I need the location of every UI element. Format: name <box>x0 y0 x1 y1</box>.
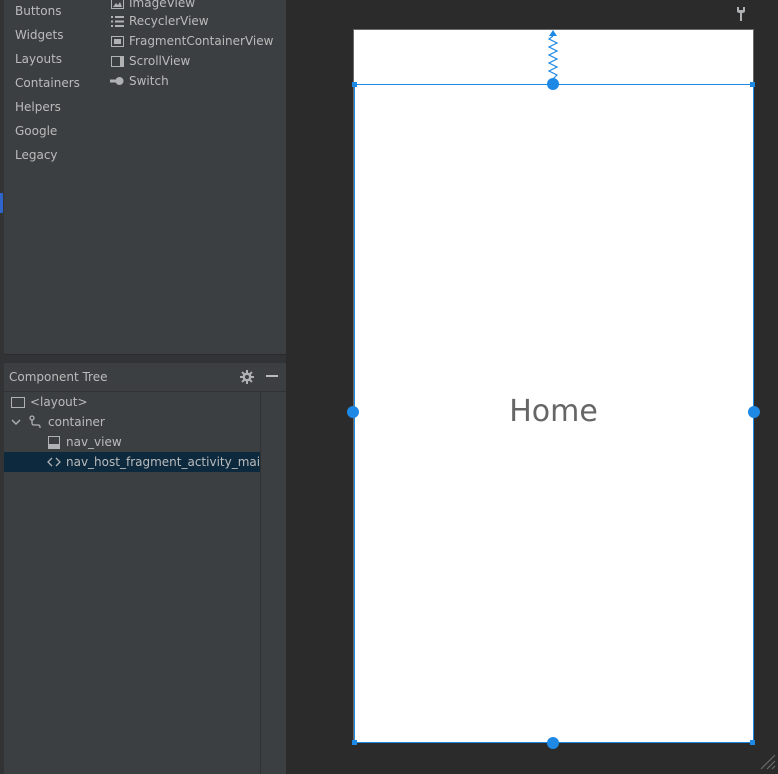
palette-item-fragmentcontainerview[interactable]: FragmentContainerView <box>110 31 273 51</box>
tree-node-label: nav_host_fragment_activity_main <box>66 455 268 469</box>
resize-grip-icon[interactable] <box>758 752 776 770</box>
tree-node-nav-host-fragment[interactable]: nav_host_fragment_activity_main <box>4 452 302 472</box>
component-tree-title: Component Tree <box>9 370 108 384</box>
palette-category-containers[interactable]: Containers <box>15 76 80 90</box>
device-preview-screen[interactable] <box>353 29 754 743</box>
tree-node-label: <layout> <box>30 395 88 409</box>
palette-category-google[interactable]: Google <box>15 124 57 138</box>
list-icon <box>110 15 124 27</box>
constraint-layout-icon <box>28 415 44 429</box>
code-tag-icon <box>46 455 62 469</box>
palette-item-switch[interactable]: Switch <box>110 71 169 91</box>
fragment-icon <box>110 35 124 47</box>
component-tree-header: Component Tree <box>4 363 286 392</box>
home-text-view[interactable]: Home <box>353 394 754 429</box>
wrench-icon[interactable] <box>734 6 748 22</box>
tree-node-label: container <box>48 415 105 429</box>
palette-item-recyclerview[interactable]: RecyclerView <box>110 11 209 31</box>
scroll-icon <box>110 55 124 67</box>
constraint-handle-bottom[interactable] <box>547 737 559 749</box>
minimize-icon[interactable] <box>266 375 278 377</box>
panel-splitter[interactable] <box>4 354 286 363</box>
palette-category-buttons[interactable]: Buttons <box>15 4 61 18</box>
image-icon <box>110 0 124 9</box>
palette-category-legacy[interactable]: Legacy <box>15 148 58 162</box>
palette-item-label: ScrollView <box>129 54 191 68</box>
palette-item-scrollview[interactable]: ScrollView <box>110 51 190 71</box>
gear-icon[interactable] <box>240 369 254 384</box>
palette-item-label: Switch <box>129 74 169 88</box>
component-tree: <layout> container nav_view nav_host_fra… <box>4 392 302 774</box>
switch-icon <box>110 75 124 87</box>
constraint-spring-icon <box>547 30 559 80</box>
palette-category-helpers[interactable]: Helpers <box>15 100 61 114</box>
bottom-nav-icon <box>46 435 62 449</box>
tree-node-layout[interactable]: <layout> <box>4 392 266 412</box>
palette-category-widgets[interactable]: Widgets <box>15 28 64 42</box>
resize-corner-bottom-left[interactable] <box>352 740 357 745</box>
tree-node-container[interactable]: container <box>4 412 266 432</box>
resize-corner-top-left[interactable] <box>352 82 357 87</box>
resize-corner-top-right[interactable] <box>750 82 755 87</box>
layout-icon <box>10 395 26 409</box>
palette-item-label: FragmentContainerView <box>129 34 274 48</box>
palette-categories: Buttons Widgets Layouts Containers Helpe… <box>4 0 104 354</box>
chevron-down-icon[interactable] <box>10 415 22 429</box>
palette-items: ImageView RecyclerView FragmentContainer… <box>104 0 286 354</box>
constraint-handle-top[interactable] <box>547 78 559 90</box>
palette-item-label: ImageView <box>129 0 196 10</box>
palette-item-label: RecyclerView <box>129 14 209 28</box>
tree-node-label: nav_view <box>66 435 122 449</box>
tree-node-nav-view[interactable]: nav_view <box>4 432 302 452</box>
tool-strip-active-marker[interactable] <box>0 193 3 213</box>
tree-scroll-area <box>260 392 287 774</box>
palette-category-layouts[interactable]: Layouts <box>15 52 62 66</box>
resize-corner-bottom-right[interactable] <box>750 740 755 745</box>
